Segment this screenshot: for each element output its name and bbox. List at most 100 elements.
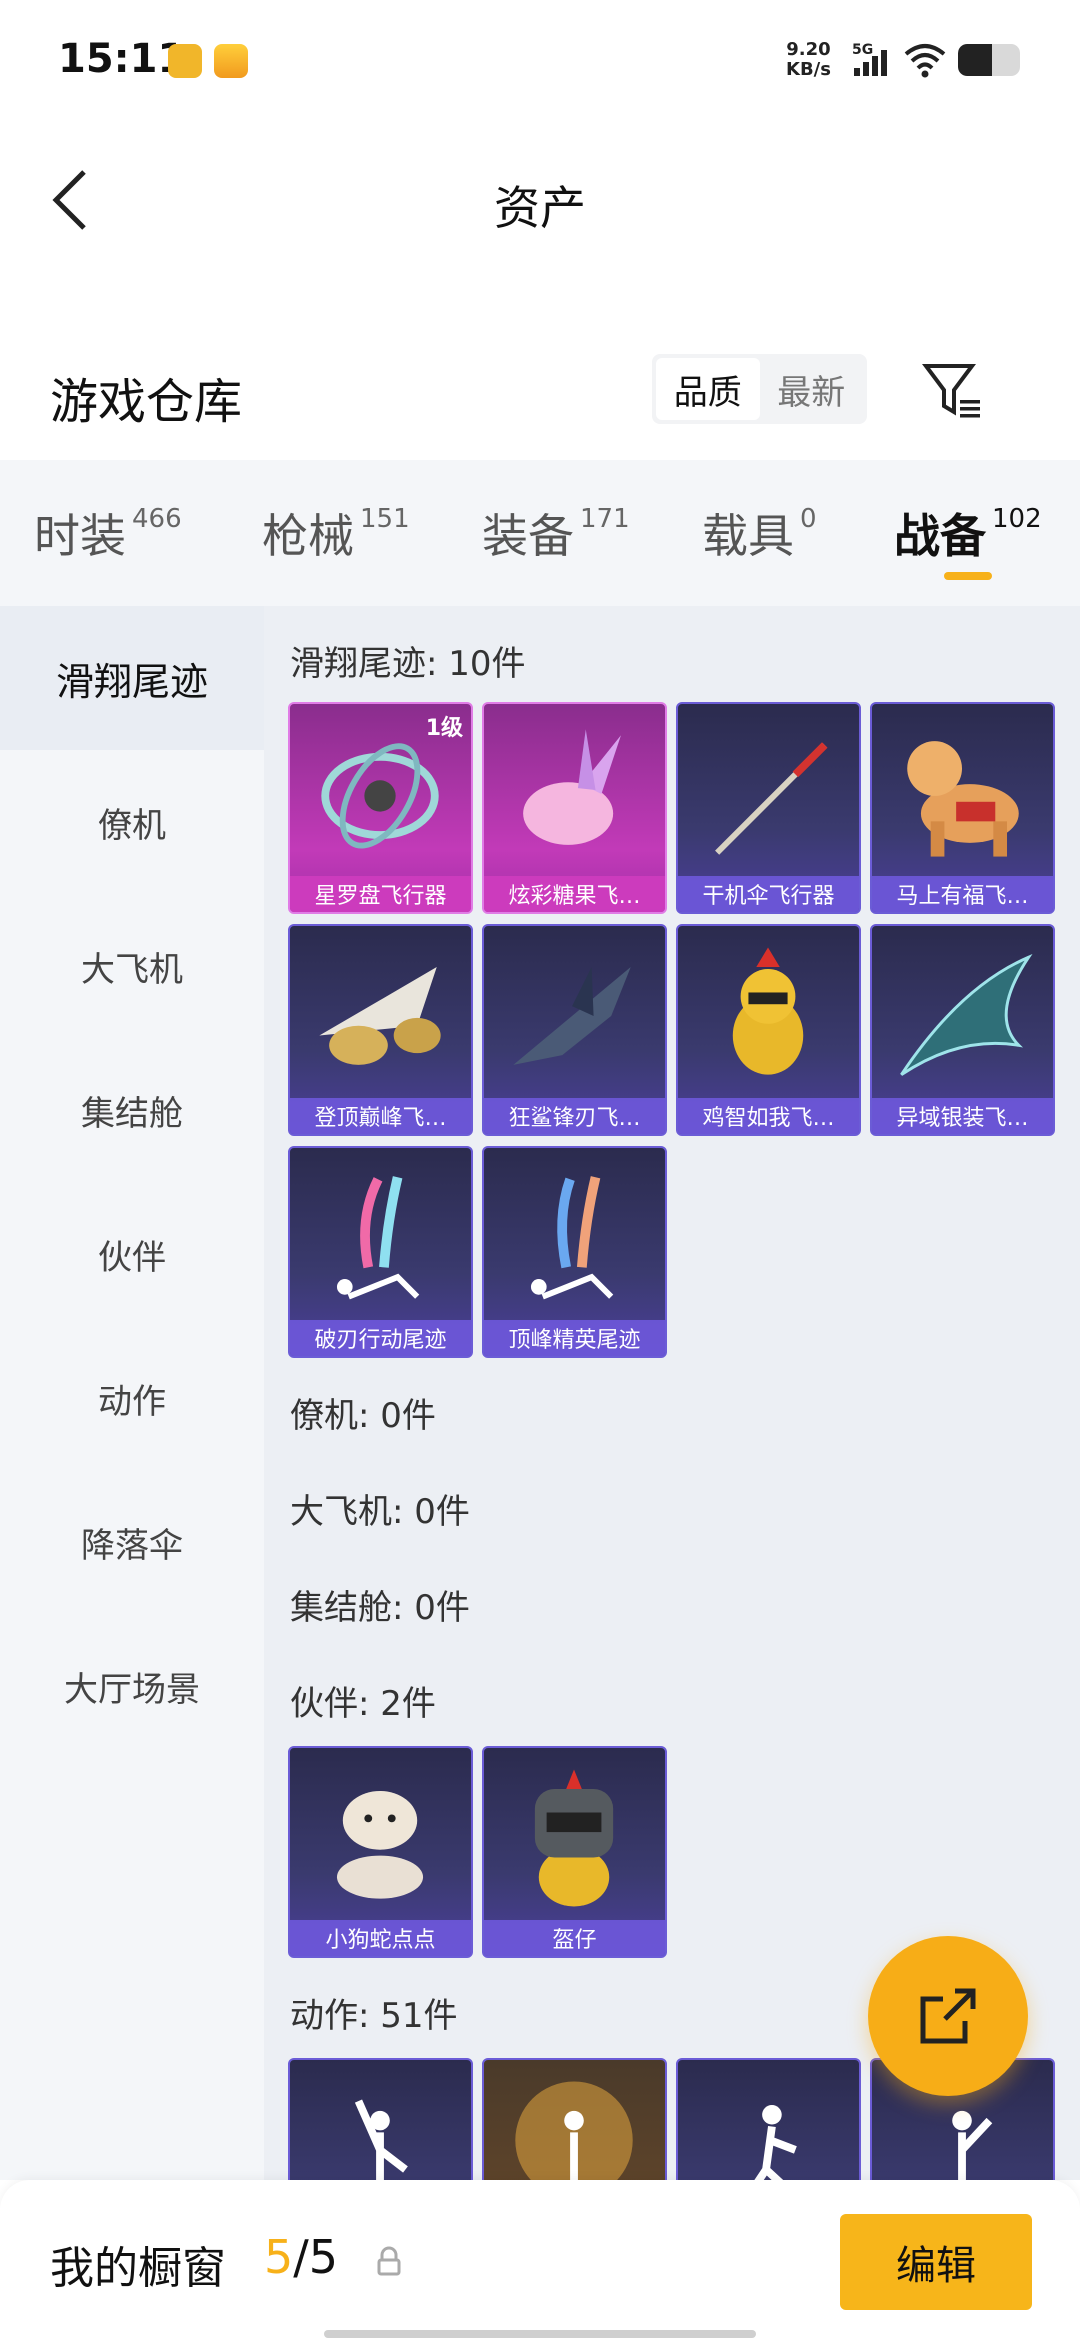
net-speed: 9.20 KB/s [786, 40, 831, 80]
item-card[interactable]: 顶峰精英尾迹 [482, 1146, 667, 1358]
dog-snake-partner-icon [336, 1790, 424, 1899]
warehouse-header: 游戏仓库 品质 最新 [0, 340, 1080, 460]
item-card[interactable]: 马上有福飞… [870, 702, 1055, 914]
item-card[interactable] [288, 2058, 473, 2180]
item-name: 干机伞飞行器 [678, 876, 859, 912]
wings-emote-icon [515, 2081, 633, 2180]
item-name: 炫彩糖果飞… [484, 876, 665, 912]
level-badge: 1级 [425, 716, 463, 741]
game-notification-icon [214, 44, 248, 78]
tab-vehicles[interactable]: 载具 0 [702, 500, 817, 566]
item-card[interactable]: 干机伞飞行器 [676, 702, 861, 914]
subcategory-sidebar: 滑翔尾迹 僚机 大飞机 集结舱 伙伴 动作 降落伞 大厅场景 [0, 606, 264, 2180]
item-name: 狂鲨锋刃飞… [484, 1098, 665, 1134]
chicken-glider-icon [732, 947, 804, 1075]
nav-bar: 资产 [0, 120, 1080, 280]
tab-count: 171 [580, 504, 630, 534]
item-name: 顶峰精英尾迹 [484, 1320, 665, 1356]
battery-icon [958, 44, 1020, 76]
sidebar-item-emote[interactable]: 动作 [0, 1326, 264, 1470]
app-notification-icon [168, 44, 202, 78]
sort-newest-option[interactable]: 最新 [760, 358, 864, 420]
item-name: 异域银装飞… [872, 1098, 1053, 1134]
wifi-icon [904, 44, 946, 78]
section-title-glide: 滑翔尾迹: 10件 [290, 644, 526, 684]
tab-count: 0 [800, 504, 817, 534]
item-name: 盔仔 [484, 1920, 665, 1956]
sidebar-item-parachute[interactable]: 降落伞 [0, 1470, 264, 1614]
umbrella-glider-icon [715, 742, 828, 855]
section-title-wingman: 僚机: 0件 [290, 1396, 436, 1436]
external-link-icon [920, 1988, 976, 2044]
lock-icon [377, 2246, 401, 2276]
warehouse-title: 游戏仓库 [50, 374, 243, 430]
home-indicator [324, 2330, 756, 2338]
network-type-label: 5G [852, 42, 873, 58]
tab-gear[interactable]: 装备 171 [482, 500, 630, 566]
status-bar: 15:11 9.20 KB/s 5G [0, 0, 1080, 120]
net-speed-value: 9.20 [786, 39, 831, 60]
tab-label: 时装 [34, 509, 126, 563]
sort-quality-option[interactable]: 品质 [656, 358, 760, 420]
sort-toggle: 品质 最新 [652, 354, 867, 424]
item-card[interactable]: 异域银装飞… [870, 924, 1055, 1136]
shark-glider-icon [513, 967, 631, 1065]
showcase-count: 5/5 [264, 2230, 338, 2284]
dance-emote-icon [354, 2099, 408, 2180]
showcase-current: 5 [264, 2230, 294, 2284]
tab-active-indicator [944, 572, 992, 580]
item-card[interactable]: 狂鲨锋刃飞… [482, 924, 667, 1136]
sidebar-item-lobby-scene[interactable]: 大厅场景 [0, 1614, 264, 1758]
item-card[interactable]: 鸡智如我飞… [676, 924, 861, 1136]
page-title: 资产 [494, 181, 586, 235]
trail-elite-icon [530, 1176, 614, 1300]
candy-glider-icon [523, 729, 621, 845]
trail-rainbow-icon [336, 1176, 420, 1300]
sidebar-item-partner[interactable]: 伙伴 [0, 1182, 264, 1326]
item-card[interactable]: 小狗蛇点点 [288, 1746, 473, 1958]
item-card[interactable] [676, 2058, 861, 2180]
item-card[interactable]: 炫彩糖果飞… [482, 702, 667, 914]
item-name: 马上有福飞… [872, 876, 1053, 912]
share-button[interactable] [868, 1936, 1028, 2096]
tab-battle-prep[interactable]: 战备 102 [894, 500, 1042, 566]
section-title-pod: 集结舱: 0件 [290, 1588, 470, 1628]
tab-label: 载具 [702, 509, 794, 563]
tab-count: 151 [360, 504, 410, 534]
item-card[interactable]: 破刃行动尾迹 [288, 1146, 473, 1358]
signal-icon: 5G [852, 42, 887, 76]
tab-fashion[interactable]: 时装 466 [34, 500, 182, 566]
item-card[interactable] [482, 2058, 667, 2180]
sidebar-item-glide-trail[interactable]: 滑翔尾迹 [0, 606, 264, 750]
filter-icon[interactable] [920, 358, 986, 424]
showcase-bar: 我的橱窗 5/5 编辑 [0, 2180, 1080, 2344]
item-name: 登顶巅峰飞… [290, 1098, 471, 1134]
section-title-plane: 大飞机: 0件 [290, 1492, 470, 1532]
item-name: 破刃行动尾迹 [290, 1320, 471, 1356]
exotic-glider-icon [900, 953, 1033, 1076]
tab-count: 102 [992, 504, 1042, 534]
item-name: 星罗盘飞行器 [290, 876, 471, 912]
item-card[interactable]: 盔仔 [482, 1746, 667, 1958]
showcase-total: /5 [293, 2230, 339, 2284]
run-emote-icon [754, 2104, 797, 2180]
section-title-partner: 伙伴: 2件 [290, 1684, 436, 1724]
horse-glider-icon [907, 741, 1019, 857]
category-tabs: 时装 466 枪械 151 装备 171 载具 0 战备 102 [0, 460, 1080, 606]
tab-guns[interactable]: 枪械 151 [262, 500, 410, 566]
sidebar-item-wingman[interactable]: 僚机 [0, 750, 264, 894]
sidebar-item-pod[interactable]: 集结舱 [0, 1038, 264, 1182]
edit-button[interactable]: 编辑 [840, 2214, 1032, 2310]
battery-fill [958, 44, 993, 76]
item-card[interactable]: 登顶巅峰飞… [288, 924, 473, 1136]
net-speed-unit: KB/s [786, 59, 831, 80]
summit-glider-icon [319, 967, 441, 1065]
item-card[interactable]: 1级 星罗盘飞行器 [288, 702, 473, 914]
helmet-partner-icon [534, 1769, 614, 1907]
status-time: 15:11 [58, 36, 186, 82]
showcase-label: 我的橱窗 [50, 2243, 226, 2294]
tab-count: 466 [132, 504, 182, 534]
section-title-emote: 动作: 51件 [290, 1996, 458, 2036]
sidebar-item-plane[interactable]: 大飞机 [0, 894, 264, 1038]
item-name: 小狗蛇点点 [290, 1920, 471, 1956]
